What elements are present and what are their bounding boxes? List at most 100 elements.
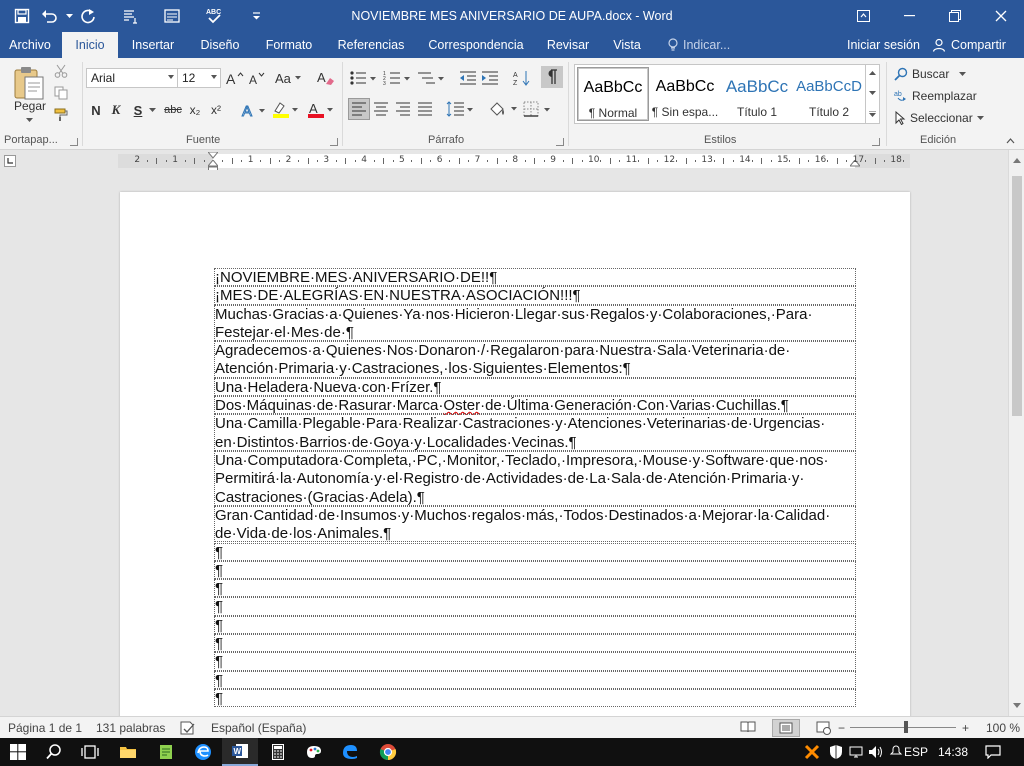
horizontal-ruler[interactable]: 2 1 1 2 3 4 5 6 7 8 9 10 11 12 13 14 15 16 17 18 [118,152,910,174]
cut-icon[interactable] [52,62,70,80]
sticky-notes-icon[interactable] [148,738,184,766]
document-paragraph[interactable]: ¶ [214,597,856,616]
justify-icon[interactable] [415,98,435,120]
bullets-icon[interactable] [348,68,378,88]
vertical-scrollbar[interactable] [1008,150,1024,716]
multilevel-list-icon[interactable] [416,68,446,88]
document-paragraph[interactable]: ¡NOVIEMBRE·MES·ANIVERSARIO·DE!!¶ [214,268,856,287]
print-layout-icon[interactable] [772,719,800,737]
font-name-combo[interactable]: Arial [86,68,178,88]
show-formatting-icon[interactable] [541,66,563,88]
undo-icon[interactable] [36,0,64,32]
start-windows-icon[interactable] [0,738,36,766]
spelling-icon[interactable]: ABC [200,0,228,32]
tell-me-box[interactable]: Indicar... [668,32,730,58]
save-icon[interactable] [8,0,36,32]
form-icon[interactable] [158,0,186,32]
action-center-icon[interactable] [978,738,1008,766]
font-launcher-icon[interactable] [330,138,338,146]
subscript-button[interactable]: x₂ [186,100,204,120]
document-paragraph[interactable]: ¶ [214,615,856,634]
document-paragraph[interactable]: ¶ [214,542,856,561]
edge-browser-icon[interactable] [332,738,368,766]
document-paragraph[interactable]: Gran·Cantidad·de·Insumos·y·Muchos·regalo… [214,505,856,543]
tab-inicio[interactable]: Inicio [62,32,118,58]
grow-font-icon[interactable]: A [225,68,245,88]
zoom-slider-knob[interactable] [904,721,908,733]
web-layout-icon[interactable] [816,721,832,735]
document-paragraph[interactable]: ¶ [214,579,856,598]
chrome-icon[interactable] [370,738,406,766]
zoom-level[interactable]: 100 % [986,717,1020,739]
volume-icon[interactable] [866,738,886,766]
read-mode-icon[interactable] [740,721,756,735]
sign-in-link[interactable]: Iniciar sesión [847,32,920,58]
document-paragraph[interactable]: ¡MES·DE·ALEGRÍAS·EN·NUESTRA·ASOCIACIÓN!!… [214,286,856,305]
decrease-indent-icon[interactable] [458,68,478,88]
style-heading-2[interactable]: AaBbCcD Título 2 [793,67,865,121]
document-paragraph[interactable]: Una·Camilla·Plegable·Para·Realizar·Castr… [214,414,856,451]
document-paragraph[interactable]: Muchas·Gracias·a·Quienes·Ya·nos·Hicieron… [214,304,856,342]
clock[interactable]: 14:38 [938,738,968,766]
document-page[interactable]: ¡NOVIEMBRE·MES·ANIVERSARIO·DE!!¶ ¡MES·DE·… [120,192,910,716]
tab-vista[interactable]: Vista [604,32,650,58]
undo-dropdown-icon[interactable] [64,0,74,32]
font-size-combo[interactable]: 12 [177,68,221,88]
tab-revisar[interactable]: Revisar [540,32,596,58]
strikethrough-button[interactable]: abc [162,100,184,120]
notification-area-icon[interactable] [886,738,906,766]
share-button[interactable]: Compartir [932,32,1006,58]
zoom-out-button[interactable]: − [838,717,845,739]
paragraph-launcher-icon[interactable] [556,138,564,146]
tab-diseno[interactable]: Diseño [188,32,252,58]
find-button[interactable]: Buscar [894,64,976,84]
document-paragraph[interactable]: Dos·Máquinas·de·Rasurar·Marca·Oster·de·Ú… [214,396,856,415]
document-paragraph[interactable]: Una·Computadora·Completa,·PC,·Monitor,·T… [214,451,856,506]
styles-gallery-scroll[interactable] [866,64,880,124]
replace-button[interactable]: ab Reemplazar [894,86,984,106]
align-left-icon[interactable] [348,98,370,120]
paste-dropdown-icon[interactable] [24,116,34,124]
document-paragraph[interactable]: Agradecemos·a·Quienes·Nos·Donaron·/·Rega… [214,341,856,378]
copy-icon[interactable] [52,84,70,102]
document-paragraph[interactable]: ¶ [214,652,856,671]
redo-icon[interactable] [74,0,102,32]
superscript-button[interactable]: x² [207,100,225,120]
highlight-color-icon[interactable] [270,100,300,120]
document-paragraph[interactable]: Una·Heladera·Nueva·con·Frízer.¶ [214,377,856,397]
zoom-in-button[interactable]: + [962,717,969,739]
network-icon[interactable] [846,738,866,766]
align-center-icon[interactable] [371,98,391,120]
underline-button[interactable]: S [130,100,146,120]
tray-app-icon[interactable] [800,738,824,766]
edge-icon[interactable] [185,738,221,766]
change-case-icon[interactable]: Aa [274,68,304,88]
shrink-font-icon[interactable]: A [247,68,267,88]
select-button[interactable]: Seleccionar [894,108,990,128]
calculator-icon[interactable] [260,738,296,766]
close-icon[interactable] [978,0,1024,32]
proofing-icon[interactable] [180,721,196,735]
zoom-slider[interactable] [850,721,956,733]
style-no-spacing[interactable]: AaBbCc ¶ Sin espa... [649,67,721,121]
word-taskbar-icon[interactable]: W [222,738,258,766]
clipboard-launcher-icon[interactable] [70,138,78,146]
underline-dropdown-icon[interactable] [147,100,157,120]
file-explorer-icon[interactable] [110,738,146,766]
tab-insertar[interactable]: Insertar [122,32,184,58]
restore-icon[interactable] [932,0,978,32]
tab-referencias[interactable]: Referencias [330,32,412,58]
scroll-thumb[interactable] [1012,176,1022,416]
sort-icon[interactable]: AZ [512,68,532,88]
paragraph-marks-icon[interactable] [116,0,144,32]
clear-formatting-icon[interactable]: A [316,68,336,88]
language-status[interactable]: Español (España) [211,717,306,739]
align-right-icon[interactable] [393,98,413,120]
styles-launcher-icon[interactable] [872,138,880,146]
shading-icon[interactable] [487,98,519,120]
first-line-indent-marker[interactable] [208,152,218,160]
tab-archivo[interactable]: Archivo [0,32,60,58]
document-paragraph[interactable]: ¶ [214,688,856,708]
task-view-icon[interactable] [72,738,108,766]
scroll-down-icon[interactable] [1013,703,1021,708]
